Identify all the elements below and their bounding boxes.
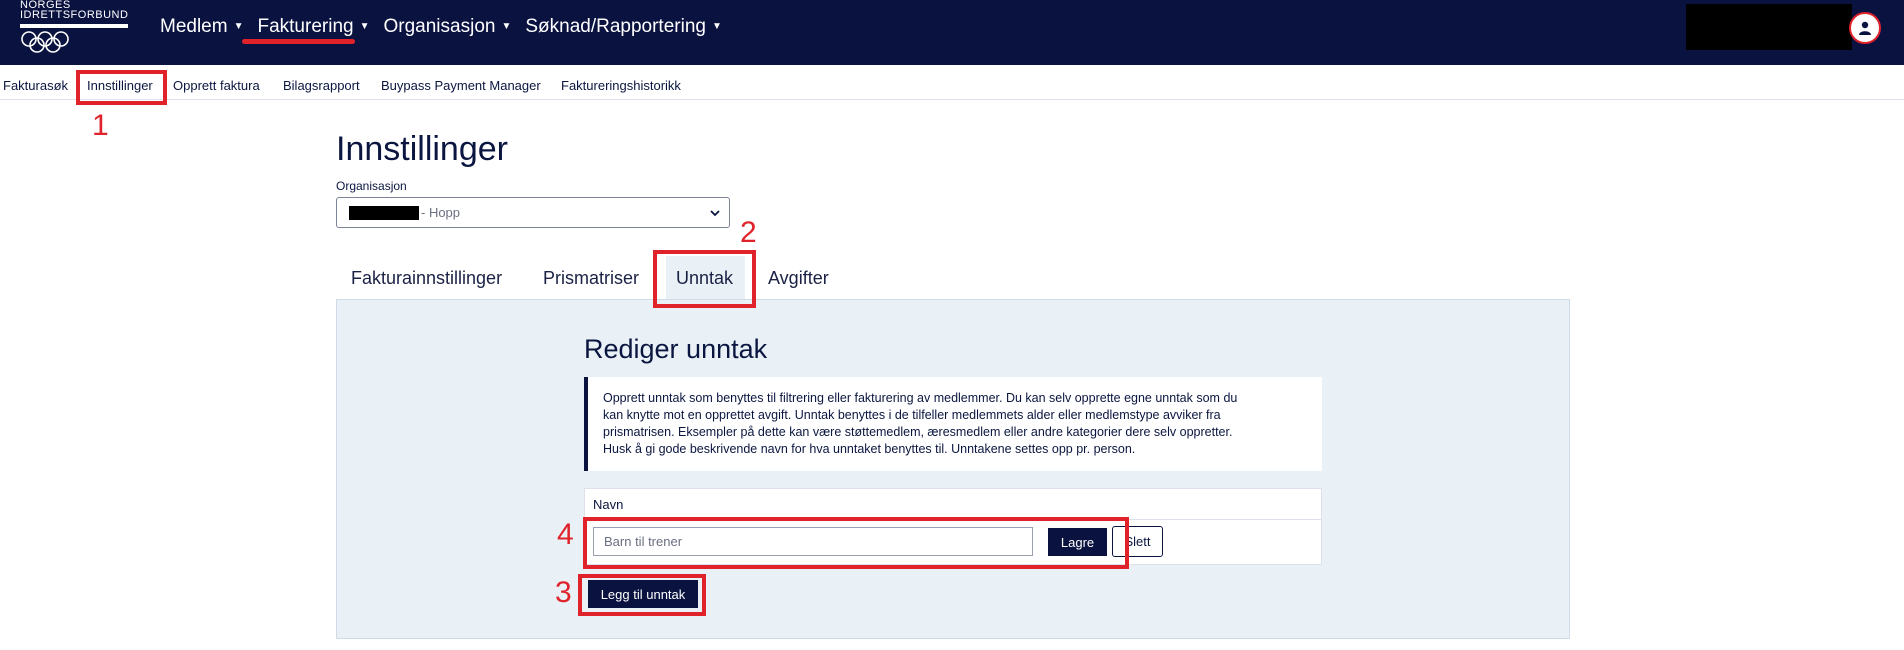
tab-fakturainnstillinger[interactable]: Fakturainnstillinger — [351, 268, 502, 289]
top-navigation-bar: NORGES IDRETTSFORBUND Medlem ▼ Fakturerin… — [0, 0, 1904, 65]
tab-avgifter[interactable]: Avgifter — [768, 268, 829, 289]
chevron-down-icon: ▼ — [501, 21, 512, 32]
user-icon — [1859, 21, 1871, 35]
olympic-rings-icon — [21, 31, 69, 53]
main-nav-label: Søknad/Rapportering — [525, 16, 706, 38]
info-text-line: Opprett unntak som benyttes til filtreri… — [603, 391, 1238, 405]
sub-nav-buypass-payment-manager[interactable]: Buypass Payment Manager — [381, 78, 541, 93]
main-nav-label: Fakturering — [257, 16, 354, 38]
active-nav-underline — [242, 39, 355, 44]
main-nav-label: Medlem — [160, 16, 228, 38]
annotation-number-3: 3 — [555, 576, 572, 609]
main-nav-medlem[interactable]: Medlem ▼ — [160, 14, 243, 44]
exception-name-input[interactable] — [593, 527, 1033, 556]
tab-unntak[interactable]: Unntak — [676, 268, 733, 289]
save-button[interactable]: Lagre — [1048, 528, 1107, 556]
organisation-label: Organisasjon — [336, 179, 407, 193]
main-nav-soknad-rapportering[interactable]: Søknad/Rapportering ▼ — [525, 14, 722, 44]
info-text-line: kan knytte mot en opprettet avgift. Unnt… — [603, 408, 1221, 422]
organisation-select-value: - Hopp — [421, 205, 461, 220]
sub-nav-innstillinger[interactable]: Innstillinger — [87, 78, 153, 93]
table-header: Navn — [585, 489, 1321, 520]
redacted-organisation-name — [349, 206, 419, 220]
column-header-navn: Navn — [593, 497, 624, 512]
logo[interactable]: NORGES IDRETTSFORBUND — [20, 0, 130, 56]
annotation-number-4: 4 — [557, 518, 574, 551]
sub-nav-opprett-faktura[interactable]: Opprett faktura — [173, 78, 260, 93]
delete-button[interactable]: Slett — [1112, 526, 1163, 557]
sub-nav-faktureringshistorikk[interactable]: Faktureringshistorikk — [561, 78, 681, 93]
sub-nav-bilagsrapport[interactable]: Bilagsrapport — [283, 78, 360, 93]
logo-text-line2: IDRETTSFORBUND — [20, 9, 129, 21]
chevron-down-icon: ▼ — [711, 21, 722, 32]
user-menu-button[interactable] — [1849, 12, 1881, 44]
annotation-number-1: 1 — [92, 109, 109, 142]
main-nav-label: Organisasjon — [383, 16, 496, 38]
redacted-user-name — [1686, 4, 1852, 50]
sub-nav-fakturasok[interactable]: Fakturasøk — [3, 78, 68, 93]
info-text-line: Husk å gi gode beskrivende navn for hva … — [603, 442, 1136, 456]
tab-prismatriser[interactable]: Prismatriser — [543, 268, 639, 289]
add-exception-button[interactable]: Legg til unntak — [588, 580, 698, 608]
main-nav-organisasjon[interactable]: Organisasjon ▼ — [384, 14, 512, 44]
chevron-down-icon: ▼ — [359, 21, 370, 32]
annotation-number-2: 2 — [740, 216, 757, 249]
sub-nav: Fakturasøk Innstillinger Opprett faktura… — [0, 65, 1904, 100]
organisation-select[interactable]: - Hopp — [336, 197, 730, 228]
page-title: Innstillinger — [336, 130, 508, 168]
logo-flag-bar — [20, 24, 128, 28]
chevron-down-icon: ▼ — [233, 21, 244, 32]
chevron-down-icon — [710, 210, 720, 217]
section-title: Rediger unntak — [584, 334, 768, 364]
info-box: Opprett unntak som benyttes til filtreri… — [584, 377, 1322, 471]
info-text-line: prismatrisen. Eksempler på dette kan vær… — [603, 425, 1233, 439]
